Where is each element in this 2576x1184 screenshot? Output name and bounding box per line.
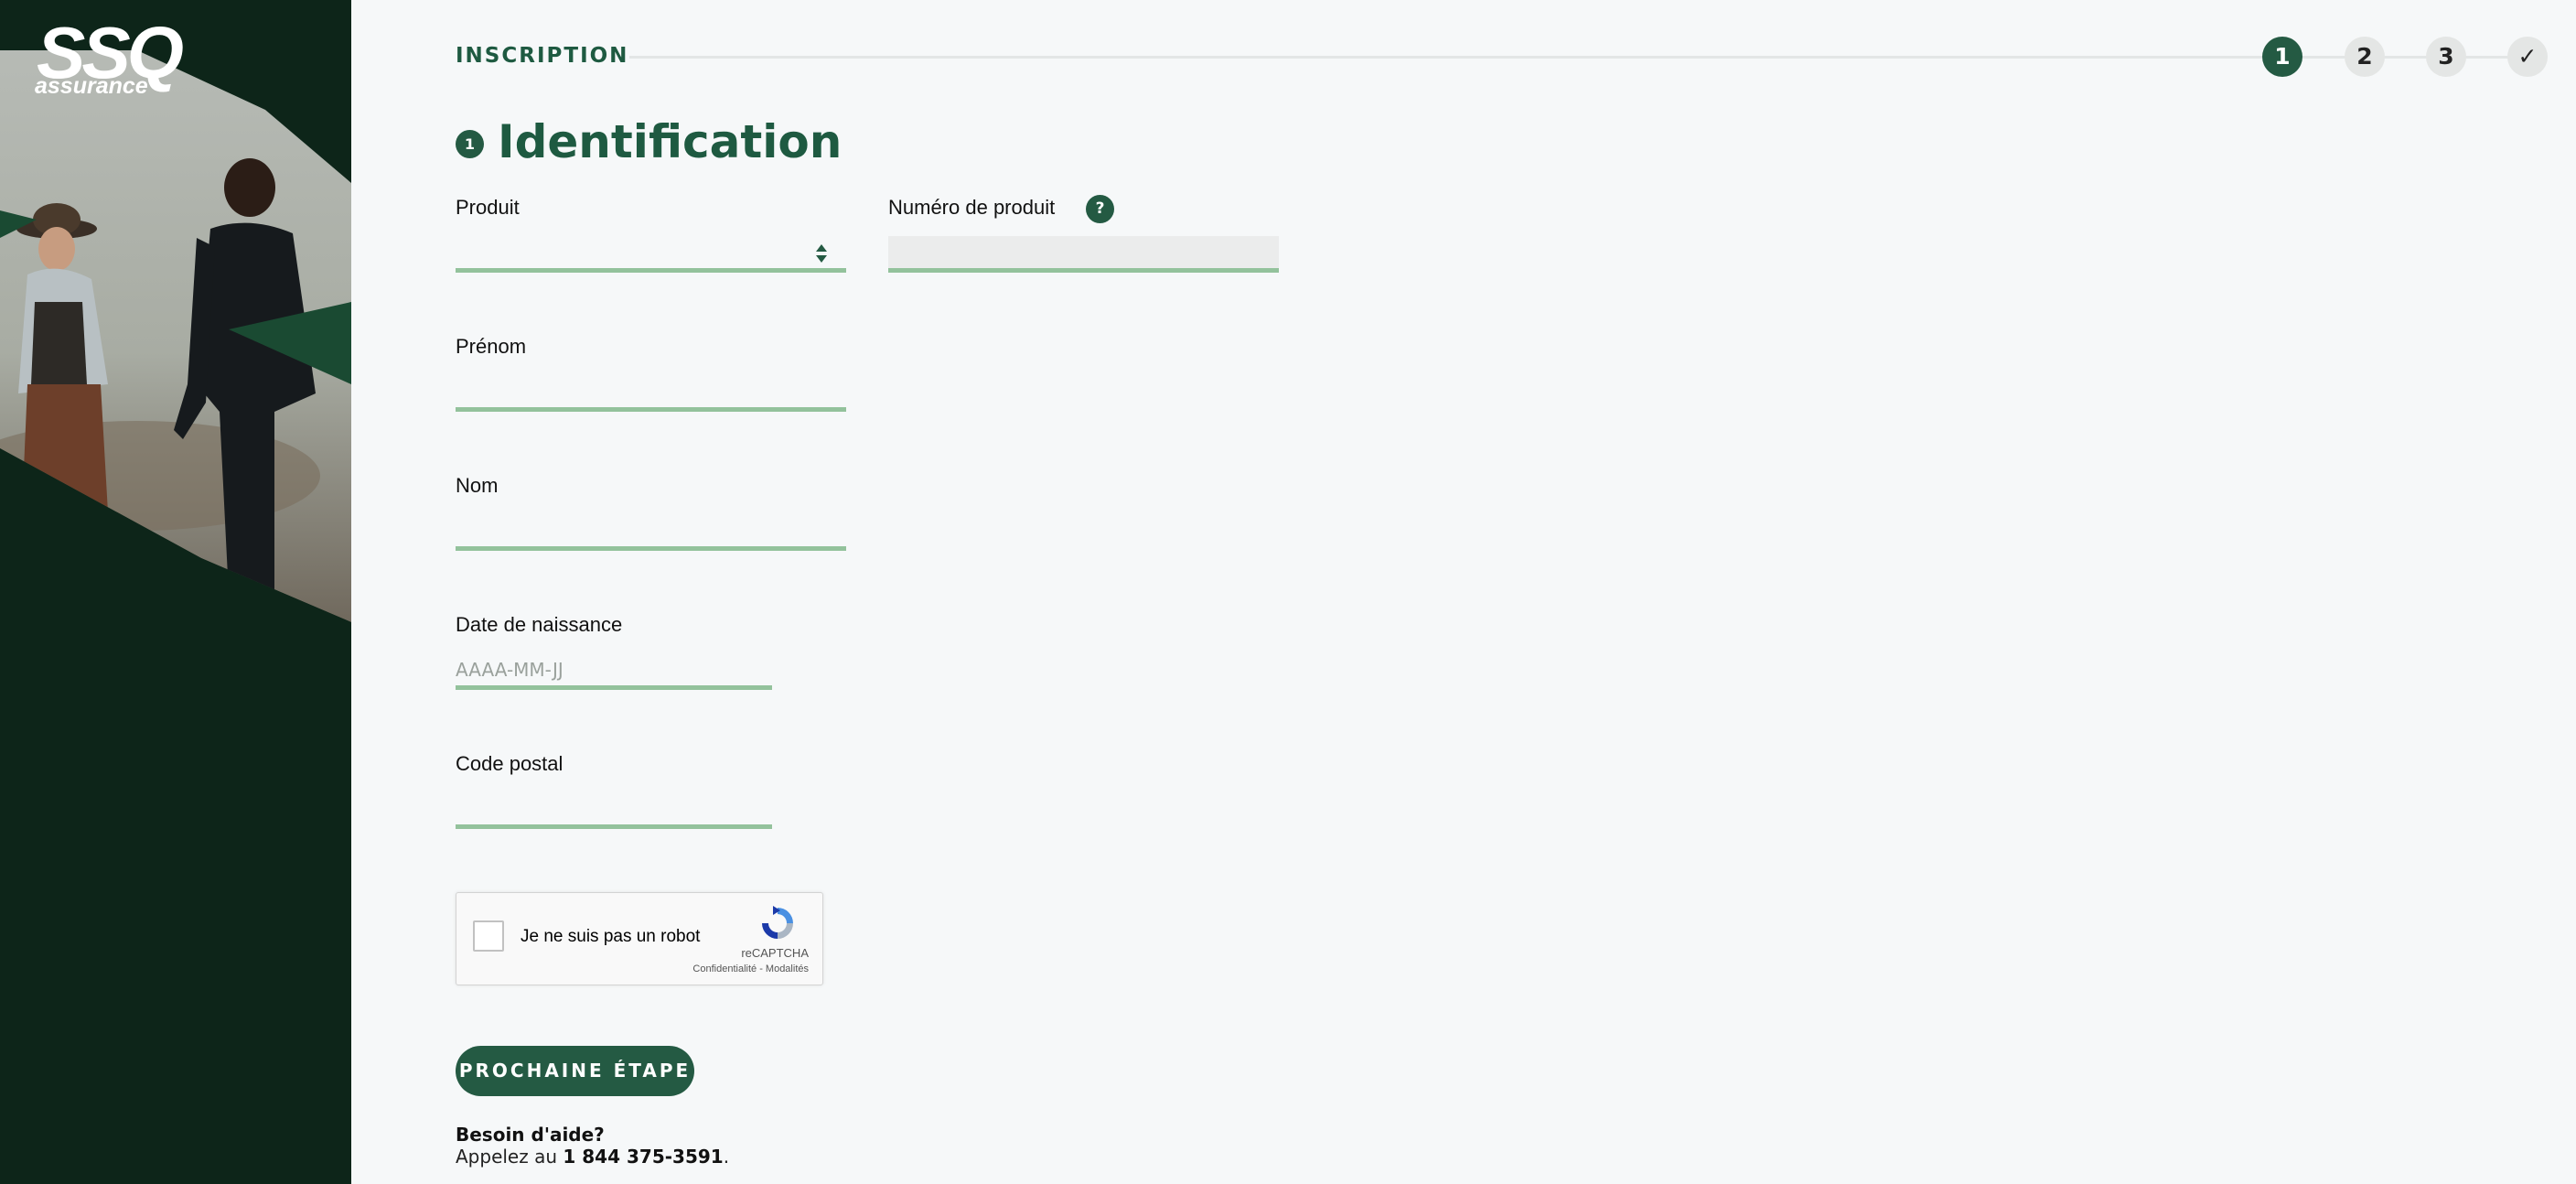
help-text: Appelez au 1 844 375-3591. [456,1146,729,1168]
help-phone[interactable]: 1 844 375-3591 [563,1146,723,1168]
logo-word: assurance [35,73,148,99]
next-step-button[interactable]: PROCHAINE ÉTAPE [456,1046,694,1096]
main-content: INSCRIPTION 1 2 3 ✓ 1 Identification Pro… [351,0,2576,1184]
recaptcha-widget: Je ne suis pas un robot reCAPTCHA Confid… [456,892,823,985]
code-postal-input[interactable] [456,792,772,829]
help-title: Besoin d'aide? [456,1124,605,1146]
section-title: Identification [498,115,843,168]
step-2-indicator: 2 [2345,37,2385,77]
code-postal-label: Code postal [456,752,564,775]
recaptcha-brand: reCAPTCHA [741,946,809,960]
produit-select-field[interactable] [456,236,846,273]
step-3-indicator: 3 [2426,37,2466,77]
produit-label: Produit [456,196,520,219]
recaptcha-links[interactable]: Confidentialité - Modalités [692,963,809,975]
numero-produit-input[interactable] [888,236,1279,273]
help-suffix: . [723,1146,730,1168]
recaptcha-label: Je ne suis pas un robot [521,927,701,946]
help-prefix: Appelez au [456,1146,564,1168]
side-panel: SSQ assurance [0,0,351,1184]
section-number-badge: 1 [456,130,484,158]
produit-select[interactable] [456,236,846,273]
recaptcha-logo-icon [762,906,793,939]
help-icon[interactable]: ? [1086,195,1114,223]
recaptcha-checkbox[interactable] [473,920,504,952]
page-title: INSCRIPTION [456,44,629,68]
step-1-indicator: 1 [2262,37,2302,77]
progress-line [629,56,2519,59]
ssq-logo[interactable]: SSQ assurance [35,16,184,100]
prenom-input[interactable] [456,375,846,412]
hero-image [0,0,351,1184]
nom-input[interactable] [456,514,846,551]
nom-label: Nom [456,474,499,497]
date-naissance-input[interactable] [456,653,772,690]
numero-produit-label: Numéro de produit [888,196,1056,219]
step-complete-indicator: ✓ [2507,37,2548,77]
prenom-label: Prénom [456,335,527,358]
select-arrows-icon [816,244,827,263]
date-naissance-label: Date de naissance [456,613,623,636]
